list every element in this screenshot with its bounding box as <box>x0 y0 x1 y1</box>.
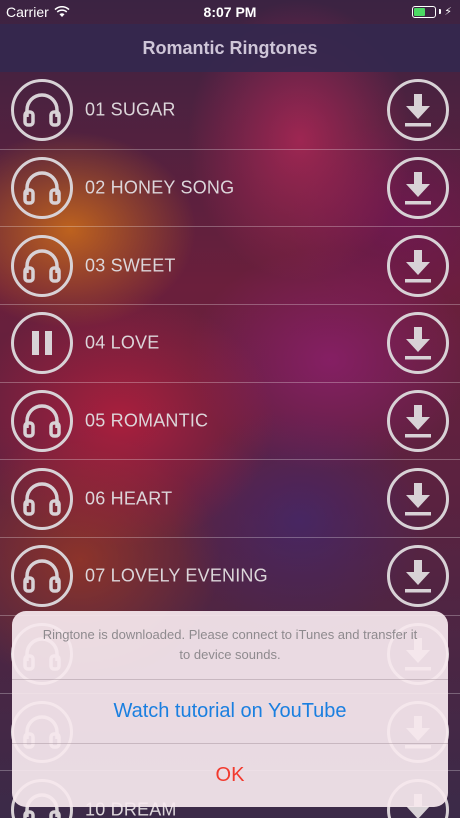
download-icon <box>405 249 431 283</box>
list-item[interactable]: 04 LOVE <box>0 305 460 383</box>
play-button[interactable] <box>11 157 73 220</box>
ringtone-title: 02 HONEY SONG <box>85 177 235 198</box>
list-item[interactable]: 06 HEART <box>0 460 460 539</box>
headphones-icon <box>23 404 61 438</box>
ringtone-title: 07 LOVELY EVENING <box>85 565 268 586</box>
headphones-icon <box>23 93 61 128</box>
status-bar: Carrier 8:07 PM ⚡ <box>0 0 460 24</box>
download-button[interactable] <box>387 234 449 297</box>
play-button[interactable] <box>11 234 73 297</box>
pause-icon <box>32 331 52 356</box>
play-button[interactable] <box>11 545 73 608</box>
ok-button[interactable]: OK <box>12 743 448 807</box>
play-button[interactable] <box>11 390 73 453</box>
download-button[interactable] <box>387 545 449 608</box>
download-button[interactable] <box>387 79 449 142</box>
ringtone-title: 05 ROMANTIC <box>85 410 209 431</box>
download-icon <box>405 482 431 516</box>
list-item[interactable]: 02 HONEY SONG <box>0 150 460 228</box>
battery-icon <box>412 5 437 18</box>
download-icon <box>405 405 431 438</box>
headphones-icon <box>23 171 61 205</box>
nav-bar: Romantic Ringtones <box>0 24 460 72</box>
headphones-icon <box>23 482 61 516</box>
download-button[interactable] <box>387 312 449 375</box>
ringtone-title: 01 SUGAR <box>85 99 176 120</box>
page-title: Romantic Ringtones <box>142 37 318 58</box>
list-item[interactable]: 07 LOVELY EVENING <box>0 538 460 616</box>
pause-button[interactable] <box>11 312 73 375</box>
download-icon <box>405 560 431 593</box>
download-button[interactable] <box>387 157 449 220</box>
download-icon <box>405 172 431 205</box>
headphones-icon <box>23 559 61 594</box>
download-button[interactable] <box>387 467 449 530</box>
list-item[interactable]: 05 ROMANTIC <box>0 383 460 461</box>
download-alert-dialog: Ringtone is downloaded. Please connect t… <box>12 611 448 807</box>
download-icon <box>405 327 431 360</box>
list-item[interactable]: 01 SUGAR <box>0 72 460 150</box>
list-item[interactable]: 03 SWEET <box>0 227 460 306</box>
watch-tutorial-button[interactable]: Watch tutorial on YouTube <box>12 679 448 743</box>
ringtone-title: 04 LOVE <box>85 332 160 353</box>
ringtone-title: 03 SWEET <box>85 255 176 276</box>
alert-message: Ringtone is downloaded. Please connect t… <box>42 627 418 662</box>
play-button[interactable] <box>11 79 73 142</box>
play-button[interactable] <box>11 467 73 530</box>
status-time: 8:07 PM <box>203 4 257 20</box>
download-button[interactable] <box>387 390 449 453</box>
battery-indicator: ⚡ <box>412 5 452 18</box>
download-icon <box>405 94 431 127</box>
charging-icon: ⚡ <box>444 6 452 18</box>
ringtone-title: 06 HEART <box>85 488 173 509</box>
headphones-icon <box>23 249 61 283</box>
